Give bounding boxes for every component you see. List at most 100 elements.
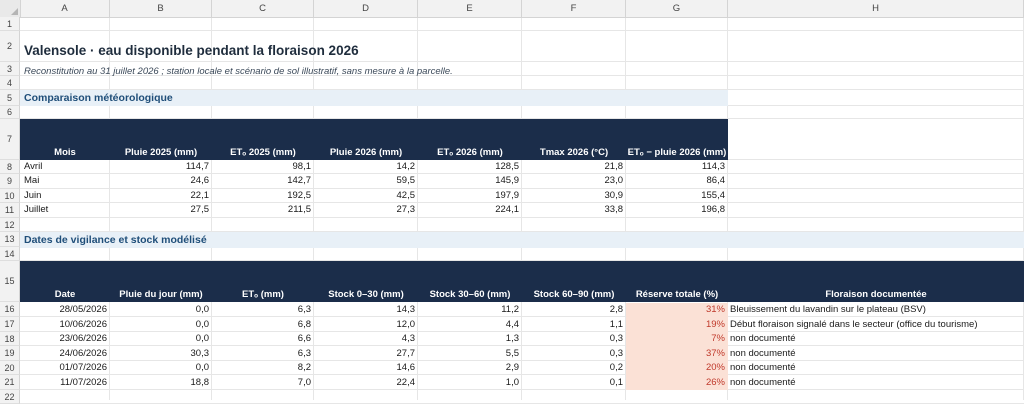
meteo-value-cell[interactable]: 142,7 [212,174,311,188]
vigilance-value-cell[interactable]: 6,3 [212,303,311,317]
vigilance-date-cell[interactable]: 23/06/2026 [20,332,107,346]
row-header-12[interactable]: 12 [0,218,20,232]
vigilance-value-cell[interactable]: 0,0 [110,332,209,346]
row-header-20[interactable]: 20 [0,361,20,375]
row-header-11[interactable]: 11 [0,203,20,218]
column-header-d[interactable]: D [314,0,418,17]
meteo-value-cell[interactable]: 14,2 [314,160,416,174]
row-header-14[interactable]: 14 [0,247,20,261]
vigilance-value-cell[interactable]: 18,8 [110,376,210,390]
vigilance-date-cell[interactable]: 01/07/2026 [20,361,107,375]
vigilance-value-cell[interactable]: 7,0 [212,376,311,390]
meteo-value-cell[interactable]: 27,5 [110,203,210,217]
meteo-month-cell[interactable]: Avril [24,160,108,174]
meteo-month-cell[interactable]: Juin [24,189,108,203]
reserve-percent-cell[interactable]: 7% [626,332,725,346]
vigilance-value-cell[interactable]: 1,0 [418,376,519,390]
floraison-note-cell[interactable]: Bleuissement du lavandin sur le plateau … [730,303,926,317]
vigilance-value-cell[interactable]: 1,1 [522,318,623,332]
meteo-month-cell[interactable]: Juillet [24,203,108,217]
row-header-2[interactable]: 2 [0,31,20,62]
vigilance-value-cell[interactable]: 0,0 [110,318,209,332]
meteo-value-cell[interactable]: 114,3 [626,160,725,174]
vigilance-value-cell[interactable]: 0,0 [110,361,209,375]
row-header-8[interactable]: 8 [0,160,20,174]
reserve-percent-cell[interactable]: 19% [626,318,725,332]
row-header-5[interactable]: 5 [0,90,20,106]
reserve-percent-cell[interactable]: 20% [626,361,725,375]
meteo-value-cell[interactable]: 21,8 [522,160,624,174]
meteo-value-cell[interactable]: 196,8 [626,203,725,217]
meteo-value-cell[interactable]: 23,0 [522,174,624,188]
column-header-b[interactable]: B [110,0,212,17]
vigilance-value-cell[interactable]: 8,2 [212,361,311,375]
column-header-h[interactable]: H [728,0,1024,17]
meteo-value-cell[interactable]: 42,5 [314,189,416,203]
meteo-value-cell[interactable]: 22,1 [110,189,210,203]
column-header-a[interactable]: A [20,0,110,17]
row-header-4[interactable]: 4 [0,76,20,90]
row-header-7[interactable]: 7 [0,119,20,160]
row-header-13[interactable]: 13 [0,232,20,247]
column-header-c[interactable]: C [212,0,314,17]
vigilance-value-cell[interactable]: 6,8 [212,318,311,332]
row-header-10[interactable]: 10 [0,189,20,203]
vigilance-value-cell[interactable]: 14,3 [314,303,416,317]
meteo-value-cell[interactable]: 197,9 [418,189,519,203]
vigilance-value-cell[interactable]: 1,3 [418,332,519,346]
vigilance-value-cell[interactable]: 0,0 [110,303,209,317]
vigilance-value-cell[interactable]: 30,3 [110,347,210,361]
meteo-value-cell[interactable]: 211,5 [212,203,311,217]
row-header-17[interactable]: 17 [0,317,20,332]
meteo-month-cell[interactable]: Mai [24,174,108,188]
vigilance-value-cell[interactable]: 4,4 [418,318,519,332]
vigilance-value-cell[interactable]: 11,2 [418,303,519,317]
row-header-21[interactable]: 21 [0,375,20,390]
vigilance-date-cell[interactable]: 24/06/2026 [20,347,107,361]
meteo-value-cell[interactable]: 155,4 [626,189,725,203]
meteo-value-cell[interactable]: 24,6 [110,174,210,188]
floraison-note-cell[interactable]: non documenté [730,361,796,375]
meteo-value-cell[interactable]: 30,9 [522,189,624,203]
column-header-f[interactable]: F [522,0,626,17]
row-header-9[interactable]: 9 [0,174,20,189]
reserve-percent-cell[interactable]: 31% [626,303,725,317]
reserve-percent-cell[interactable]: 26% [626,376,725,390]
row-header-18[interactable]: 18 [0,332,20,346]
vigilance-value-cell[interactable]: 0,3 [522,347,623,361]
row-header-1[interactable]: 1 [0,17,20,31]
meteo-value-cell[interactable]: 27,3 [314,203,416,217]
reserve-percent-cell[interactable]: 37% [626,347,725,361]
select-all-button[interactable] [0,0,21,17]
vigilance-value-cell[interactable]: 6,3 [212,347,311,361]
vigilance-value-cell[interactable]: 27,7 [314,347,416,361]
meteo-value-cell[interactable]: 128,5 [418,160,519,174]
column-header-g[interactable]: G [626,0,728,17]
meteo-value-cell[interactable]: 114,7 [110,160,209,174]
vigilance-value-cell[interactable]: 14,6 [314,361,416,375]
meteo-value-cell[interactable]: 59,5 [314,174,416,188]
floraison-note-cell[interactable]: non documenté [730,332,796,346]
vigilance-date-cell[interactable]: 11/07/2026 [20,376,107,390]
vigilance-value-cell[interactable]: 0,3 [522,332,623,346]
floraison-note-cell[interactable]: non documenté [730,347,796,361]
vigilance-value-cell[interactable]: 0,1 [522,376,623,390]
vigilance-value-cell[interactable]: 12,0 [314,318,416,332]
vigilance-value-cell[interactable]: 4,3 [314,332,415,346]
meteo-value-cell[interactable]: 86,4 [626,174,726,188]
row-header-16[interactable]: 16 [0,302,20,317]
row-header-22[interactable]: 22 [0,390,20,404]
row-header-6[interactable]: 6 [0,106,20,119]
vigilance-value-cell[interactable]: 6,6 [212,332,311,346]
vigilance-value-cell[interactable]: 22,4 [314,376,416,390]
vigilance-value-cell[interactable]: 2,8 [522,303,623,317]
vigilance-date-cell[interactable]: 10/06/2026 [20,318,107,332]
floraison-note-cell[interactable]: non documenté [730,376,796,390]
floraison-note-cell[interactable]: Début floraison signalé dans le secteur … [730,318,977,332]
vigilance-date-cell[interactable]: 28/05/2026 [20,303,107,317]
column-header-e[interactable]: E [418,0,522,17]
meteo-value-cell[interactable]: 145,9 [418,174,519,188]
vigilance-value-cell[interactable]: 2,9 [418,361,519,375]
vigilance-value-cell[interactable]: 5,5 [418,347,519,361]
row-header-15[interactable]: 15 [0,261,20,302]
